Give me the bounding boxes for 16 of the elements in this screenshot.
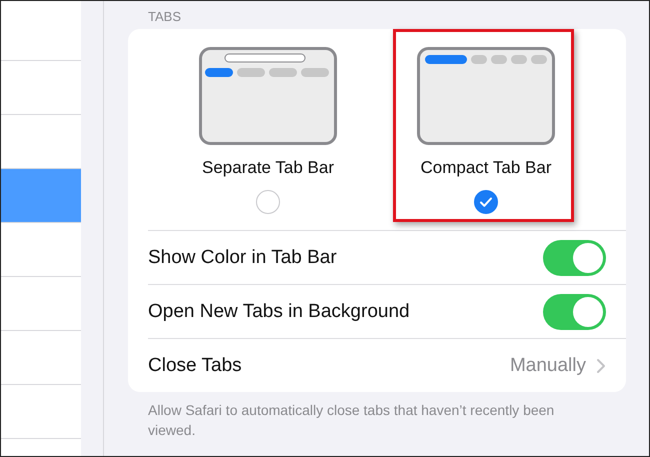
setting-label: Open New Tabs in Background xyxy=(148,300,411,322)
footer-note: Allow Safari to automatically close tabs that haven’t recently been viewed. xyxy=(147,401,556,440)
compact-tab-bar-icon[interactable] xyxy=(417,47,555,145)
setting-label: Show Color in Tab Bar xyxy=(148,246,338,268)
separate-tab-bar-icon[interactable] xyxy=(199,47,337,145)
option-label: Separate Tab Bar xyxy=(202,158,334,178)
toggle-switch[interactable] xyxy=(543,294,606,330)
toggle-switch[interactable] xyxy=(543,240,606,276)
option-label: Compact Tab Bar xyxy=(420,158,552,178)
sidebar-item[interactable] xyxy=(1,169,81,223)
radio-button[interactable] xyxy=(256,190,280,214)
setting-label: Close Tabs xyxy=(148,354,243,376)
section-header: TABS xyxy=(147,9,182,26)
chevron-icon xyxy=(596,358,606,374)
setting-value[interactable]: Manually xyxy=(510,354,586,376)
radio-button[interactable] xyxy=(474,190,498,214)
